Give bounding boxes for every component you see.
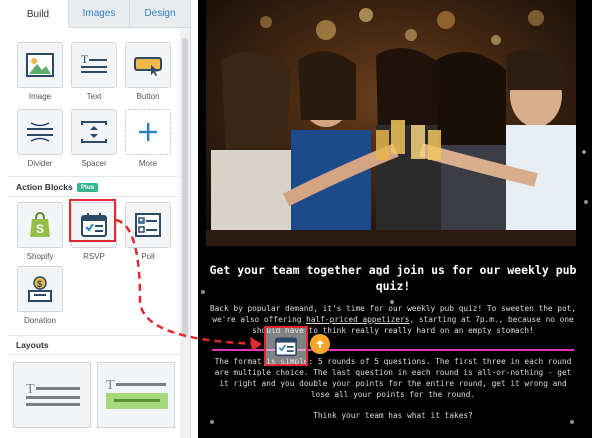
drag-path-arrow	[115, 218, 262, 351]
